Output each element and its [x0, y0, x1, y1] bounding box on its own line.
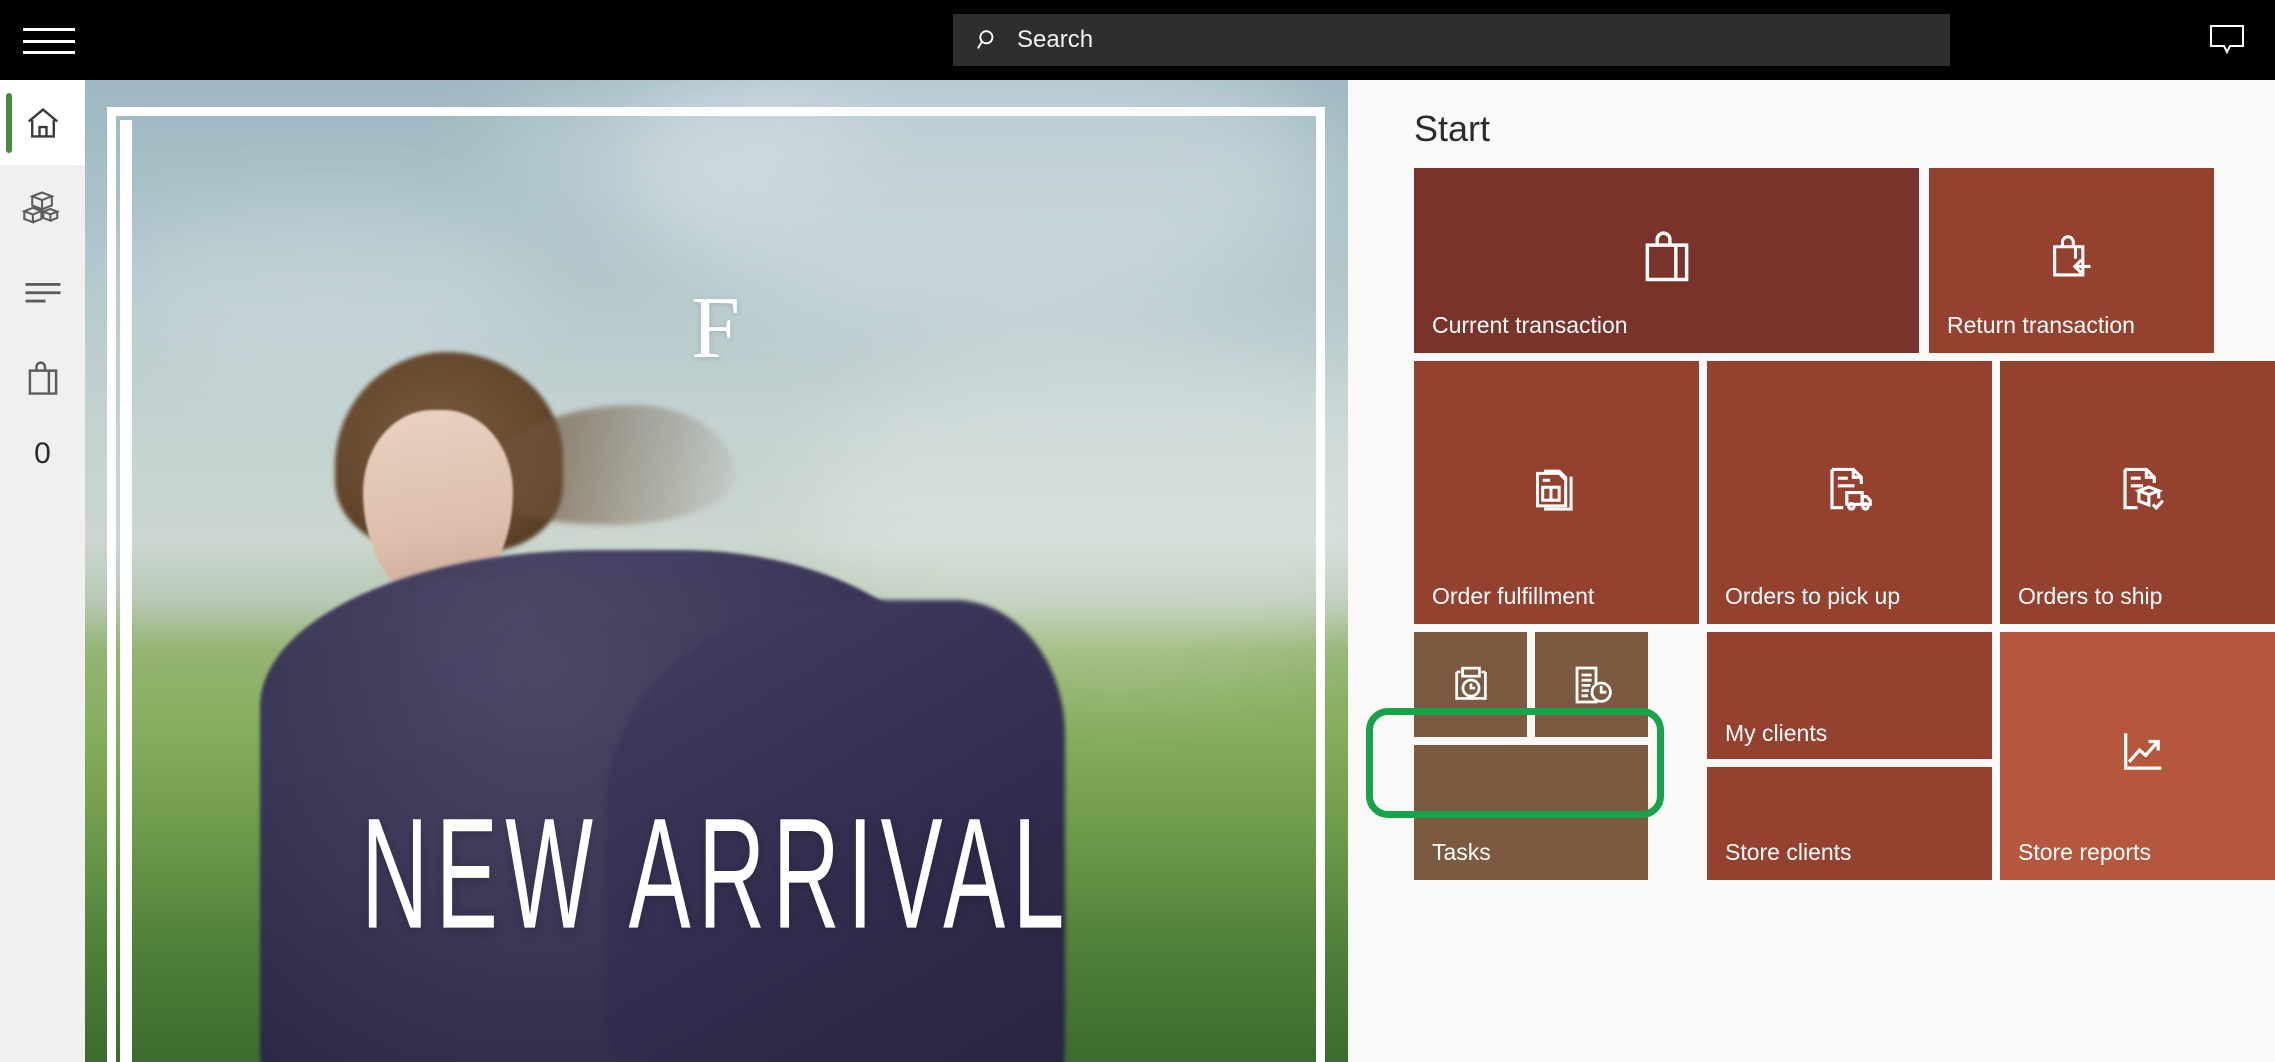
tile-current-transaction[interactable]: Current transaction [1414, 168, 1919, 353]
hamburger-menu-icon[interactable] [23, 24, 75, 58]
sidebar-item-cart[interactable] [0, 335, 85, 420]
search-input[interactable]: Search [953, 14, 1950, 66]
clipboard-clock-icon [1454, 666, 1487, 700]
hero-banner[interactable]: F NEW ARRIVAL [85, 80, 1348, 1062]
tile-label: Current transaction [1432, 312, 1628, 338]
tile-my-clients[interactable]: My clients [1707, 632, 1992, 759]
tile-clipboard-clock[interactable] [1414, 632, 1527, 737]
tile-tasks[interactable]: Tasks [1414, 745, 1648, 880]
trending-up-chart-icon [2123, 733, 2161, 770]
left-nav-rail: 0 [0, 80, 85, 1062]
tile-orders-to-pick-up[interactable]: Orders to pick up [1707, 361, 1992, 624]
search-icon [977, 30, 994, 49]
page-title: Start [1414, 108, 1491, 149]
tile-label: Orders to pick up [1725, 583, 1901, 609]
document-box-check-icon [2122, 467, 2164, 510]
chat-bubble-icon[interactable] [2203, 16, 2251, 64]
order-document-icon [1535, 469, 1573, 511]
hamburger-line [23, 39, 75, 43]
tile-document-clock[interactable] [1535, 632, 1648, 737]
tile-label: Return transaction [1947, 312, 2135, 338]
home-icon [27, 107, 58, 138]
sidebar-item-products[interactable] [0, 165, 85, 250]
tile-store-clients[interactable]: Store clients [1707, 767, 1992, 880]
top-bar: Search [0, 0, 2275, 80]
tile-label: My clients [1725, 720, 1828, 746]
tile-return-transaction[interactable]: Return transaction [1929, 168, 2214, 353]
tile-label: Order fulfillment [1432, 583, 1595, 609]
tile-label: Store clients [1725, 839, 1852, 865]
hamburger-line [23, 28, 75, 31]
tile-label: Store reports [2018, 839, 2151, 865]
tile-order-fulfillment[interactable]: Order fulfillment [1414, 361, 1699, 624]
start-panel: Start Current transaction Return transac… [1348, 80, 2275, 1062]
tile-label: Orders to ship [2018, 583, 2163, 609]
cart-count: 0 [34, 437, 51, 470]
hero-headline: NEW ARRIVAL [361, 784, 1072, 962]
hamburger-line [23, 51, 75, 54]
brand-logo: F [691, 280, 742, 377]
products-icon [21, 190, 60, 224]
shopping-bag-icon [28, 360, 57, 395]
document-clock-icon [1575, 666, 1612, 703]
sidebar-item-list[interactable] [0, 250, 85, 335]
search-placeholder: Search [1017, 26, 1094, 53]
tile-orders-to-ship[interactable]: Orders to ship [2000, 361, 2275, 624]
tile-grid: Current transaction Return transaction O… [1414, 168, 2275, 880]
document-truck-icon [1829, 467, 1872, 511]
list-icon [25, 282, 60, 302]
shopping-bag-return-icon [2052, 234, 2090, 276]
sidebar-item-home[interactable] [0, 80, 85, 165]
tile-store-reports[interactable]: Store reports [2000, 632, 2275, 880]
shopping-bag-icon [1645, 230, 1688, 281]
tile-label: Tasks [1432, 839, 1491, 865]
